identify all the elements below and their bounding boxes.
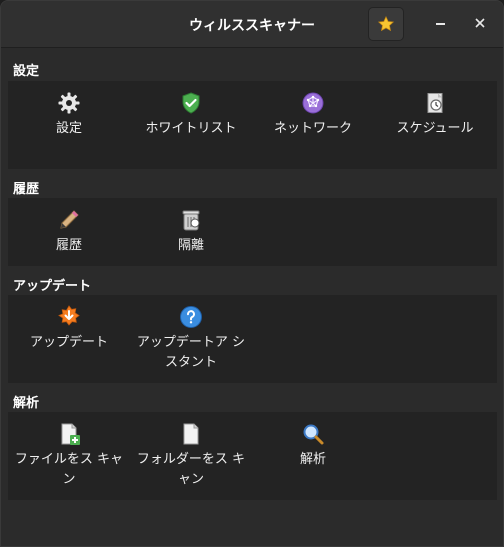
network-button[interactable]: ネットワーク (252, 91, 374, 139)
whitelist-button[interactable]: ホワイトリスト (130, 91, 252, 139)
network-icon (302, 92, 324, 114)
favorite-button[interactable] (368, 7, 404, 41)
main-content: 設定 設定 ホワイトリスト ネットワーク スケジュール 履歴 履歴 隔離 アップ… (1, 48, 503, 546)
history-label: 履歴 (55, 238, 82, 253)
section-title-settings: 設定 (13, 64, 40, 79)
close-button[interactable] (470, 13, 490, 33)
network-label: ネットワーク (273, 121, 352, 136)
schedule-label: スケジュール (396, 121, 474, 136)
history-button[interactable]: 履歴 (8, 208, 130, 256)
window-title: ウィルススキャナー (189, 18, 315, 34)
star-icon (377, 15, 395, 32)
help-icon (180, 306, 202, 328)
file-add-icon (61, 423, 80, 445)
pencil-icon (60, 210, 79, 229)
settings-label: 設定 (55, 121, 82, 136)
settings-panel: 設定 ホワイトリスト ネットワーク スケジュール (8, 81, 497, 169)
settings-button[interactable]: 設定 (8, 91, 130, 139)
quarantine-label: 隔離 (177, 238, 204, 253)
whitelist-label: ホワイトリスト (145, 121, 237, 136)
update-panel: アップデート アップデートア シスタント (8, 295, 497, 383)
analysis-panel: ファイルをス キャン フォルダーをス キャン 解析 (8, 412, 497, 500)
minimize-icon (435, 22, 445, 25)
update-label: アップデート (29, 335, 108, 350)
section-title-analysis: 解析 (13, 396, 40, 411)
quarantine-button[interactable]: 隔離 (130, 208, 252, 256)
analysis-label: 解析 (299, 452, 326, 467)
quarantine-bin-icon (182, 210, 200, 231)
update-download-icon (58, 305, 80, 326)
scan-folder-button[interactable]: フォルダーをス キャン (130, 422, 252, 490)
schedule-button[interactable]: スケジュール (374, 91, 496, 139)
history-panel: 履歴 隔離 (8, 198, 497, 266)
analysis-button[interactable]: 解析 (252, 422, 374, 470)
gear-icon (58, 92, 80, 114)
minimize-button[interactable] (430, 13, 450, 33)
scan-folder-label: フォルダーをス キャン (136, 452, 246, 487)
close-icon (475, 18, 485, 28)
update-button[interactable]: アップデート (8, 305, 130, 353)
update-assistant-label: アップデートア シスタント (136, 335, 246, 370)
app-window: ウィルススキャナー 設定 設定 ホワイトリスト ネットワーク スケジュール 履歴… (0, 0, 504, 547)
scan-file-button[interactable]: ファイルをス キャン (8, 422, 130, 490)
section-title-update: アップデート (13, 279, 92, 294)
shield-check-icon (182, 92, 200, 114)
scan-file-label: ファイルをス キャン (14, 452, 124, 487)
schedule-icon (427, 93, 443, 113)
section-title-history: 履歴 (13, 182, 40, 197)
document-icon (183, 423, 199, 445)
title-bar: ウィルススキャナー (1, 1, 503, 48)
update-assistant-button[interactable]: アップデートア シスタント (130, 305, 252, 373)
magnifier-icon (303, 424, 324, 445)
